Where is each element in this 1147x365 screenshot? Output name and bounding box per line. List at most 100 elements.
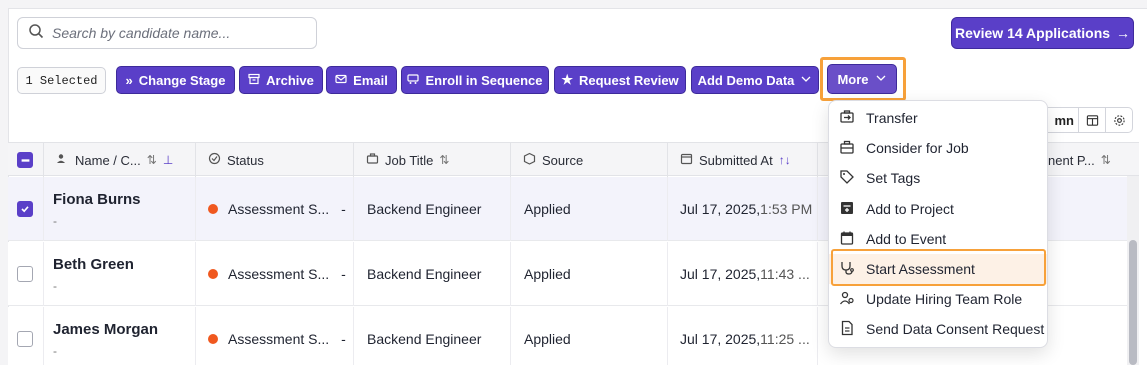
source-cell: Applied [511, 307, 668, 365]
status-dot [208, 269, 218, 279]
request-review-button[interactable]: ★ Request Review [554, 66, 686, 94]
archive-label: Archive [266, 72, 314, 88]
archive-icon [248, 73, 260, 88]
status-cell[interactable]: Assessment S... - [196, 177, 354, 241]
email-label: Email [353, 72, 388, 88]
chevron-down-icon [800, 73, 812, 88]
gear-icon[interactable] [1105, 108, 1132, 132]
review-applications-button[interactable]: Review 14 Applications → [951, 17, 1134, 49]
star-icon: ★ [561, 72, 573, 87]
row-checkbox-cell[interactable] [8, 177, 44, 241]
menu-item-label: Update Hiring Team Role [866, 291, 1023, 307]
add-demo-data-button[interactable]: Add Demo Data [691, 66, 819, 94]
candidate-name[interactable]: Beth Green [53, 256, 134, 273]
selected-count: 1 Selected [17, 67, 106, 94]
status-extra: - [341, 201, 346, 217]
submitted-cell: Jul 17, 2025, 11:43 ... [668, 242, 818, 306]
job-cell: Backend Engineer [354, 242, 511, 306]
column-status[interactable]: Status [196, 143, 354, 177]
status-cell[interactable]: Assessment S... - [196, 307, 354, 365]
team-icon [839, 290, 855, 309]
status-text: Assessment S... [228, 266, 330, 282]
change-stage-label: Change Stage [138, 72, 226, 88]
column-source[interactable]: Source [511, 143, 668, 177]
submitted-date: Jul 17, 2025, [680, 201, 761, 217]
sort-asc-icon[interactable]: ↑↓ [779, 153, 791, 167]
column-job-title[interactable]: Job Title ⇅ [354, 143, 511, 177]
candidate-name[interactable]: James Morgan [53, 321, 158, 338]
sort-icon[interactable]: ⇅ [1101, 153, 1111, 167]
review-button-label: Review 14 Applications [954, 25, 1111, 41]
menu-item-label: Transfer [866, 110, 918, 126]
document-icon [839, 320, 855, 339]
status-dot [208, 334, 218, 344]
menu-item-send-data-consent-request[interactable]: Send Data Consent Request [829, 314, 1047, 344]
candidate-sub: - [53, 278, 57, 293]
row-checkbox[interactable] [17, 201, 33, 217]
search-box[interactable] [17, 17, 317, 49]
enroll-label: Enroll in Sequence [425, 72, 543, 88]
add-demo-label: Add Demo Data [697, 72, 795, 88]
project-icon [839, 200, 855, 219]
menu-item-label: Add to Event [866, 231, 947, 247]
status-cell[interactable]: Assessment S... - [196, 242, 354, 306]
sequence-icon [407, 73, 420, 88]
column-status-label: Status [227, 152, 264, 168]
submitted-date: Jul 17, 2025, [680, 266, 761, 282]
submitted-cell: Jul 17, 2025, 11:25 ... [668, 307, 818, 365]
column-submitted-at[interactable]: Submitted At ↑↓ [668, 143, 818, 177]
email-button[interactable]: Email [326, 66, 397, 94]
scrollbar-thumb[interactable] [1129, 240, 1137, 365]
check-circle-icon [208, 152, 221, 168]
menu-item-add-to-project[interactable]: Add to Project [829, 194, 1047, 224]
pin-icon[interactable]: ⊥ [163, 153, 173, 167]
layout-icon[interactable] [1078, 108, 1105, 132]
column-job-title-label: Job Title [385, 152, 434, 168]
submitted-time: 1:53 PM [760, 201, 813, 217]
source-cell: Applied [511, 242, 668, 306]
column-name[interactable]: Name / C... ⇅ ⊥ [44, 143, 196, 177]
candidate-sub: - [53, 213, 57, 228]
row-checkbox-cell[interactable] [8, 242, 44, 306]
briefcase-icon [366, 152, 379, 168]
select-all-cell[interactable] [8, 143, 44, 177]
box-icon [523, 152, 536, 168]
mail-icon [335, 73, 347, 88]
name-cell[interactable]: James Morgan - [44, 307, 196, 365]
source-cell: Applied [511, 177, 668, 241]
enroll-sequence-button[interactable]: Enroll in Sequence [401, 66, 549, 94]
search-input[interactable] [52, 25, 302, 41]
menu-item-update-hiring-team-role[interactable]: Update Hiring Team Role [829, 284, 1047, 314]
column-extra-label: nent P... [1048, 152, 1095, 168]
select-all-checkbox[interactable] [17, 152, 33, 168]
search-icon [28, 23, 44, 44]
menu-item-label: Consider for Job [866, 140, 969, 156]
sort-icon[interactable]: ⇅ [439, 153, 449, 167]
more-button-highlight [820, 57, 906, 101]
archive-button[interactable]: Archive [239, 66, 323, 94]
job-cell: Backend Engineer [354, 307, 511, 365]
menu-item-label: Send Data Consent Request [866, 321, 1045, 337]
double-chevron-icon: » [125, 72, 133, 88]
menu-item-consider-for-job[interactable]: Consider for Job [829, 133, 1047, 163]
request-review-label: Request Review [578, 72, 679, 88]
calendar-icon [839, 230, 855, 249]
start-assessment-highlight [831, 249, 1046, 286]
column-extra[interactable]: nent P... ⇅ [1048, 143, 1139, 177]
candidate-name[interactable]: Fiona Burns [53, 191, 141, 208]
row-checkbox[interactable] [17, 266, 33, 282]
name-cell[interactable]: Fiona Burns - [44, 177, 196, 241]
menu-item-set-tags[interactable]: Set Tags [829, 163, 1047, 193]
row-checkbox[interactable] [17, 331, 33, 347]
menu-item-transfer[interactable]: Transfer [829, 103, 1047, 133]
column-name-label: Name / C... [75, 152, 141, 168]
status-extra: - [341, 331, 346, 347]
name-cell[interactable]: Beth Green - [44, 242, 196, 306]
change-stage-button[interactable]: » Change Stage [116, 66, 235, 94]
submitted-cell: Jul 17, 2025, 1:53 PM [668, 177, 818, 241]
submitted-time: 11:25 ... [760, 331, 810, 347]
sort-icon[interactable]: ⇅ [147, 153, 157, 167]
row-checkbox-cell[interactable] [8, 307, 44, 365]
status-extra: - [341, 266, 346, 282]
submitted-time: 11:43 ... [760, 266, 810, 282]
